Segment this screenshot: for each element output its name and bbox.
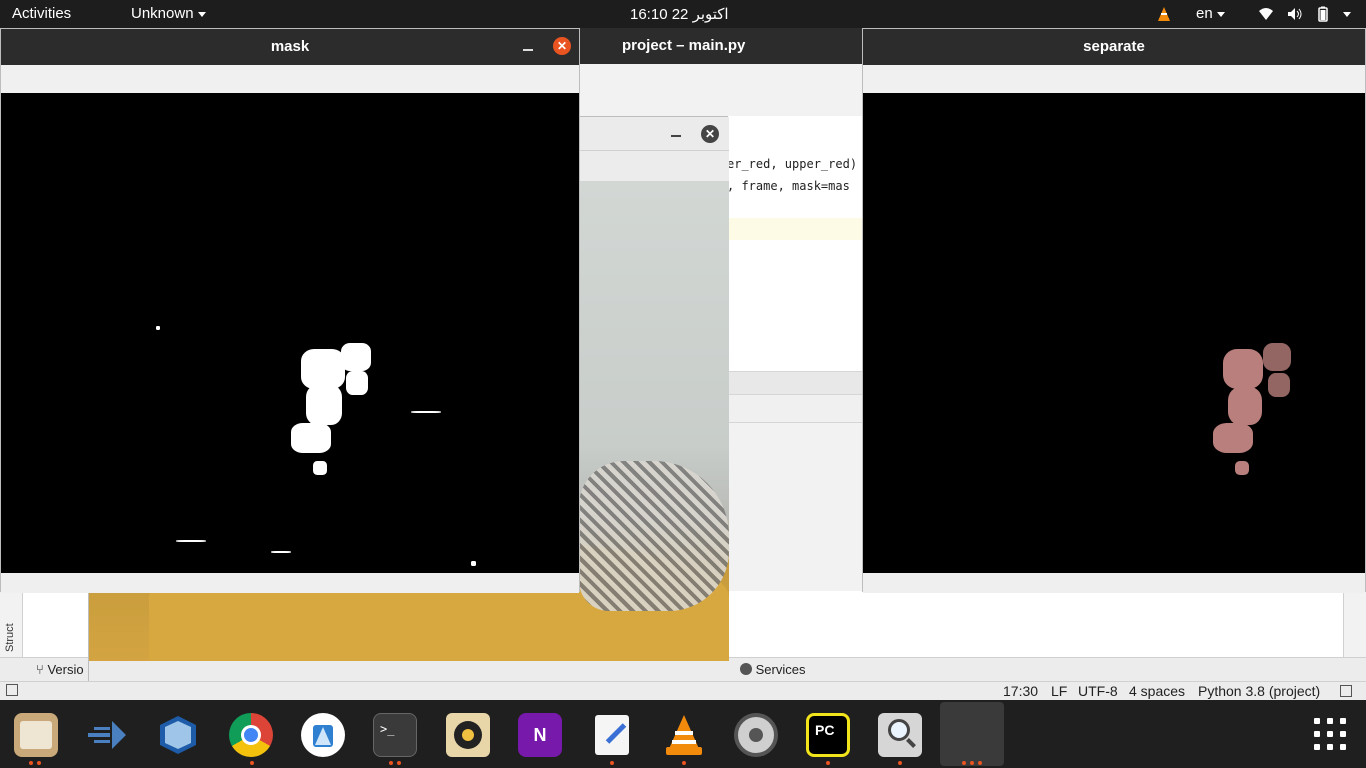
separate-title: separate xyxy=(1083,38,1145,55)
onenote-icon[interactable]: N xyxy=(518,713,562,757)
volume-icon[interactable] xyxy=(1287,6,1303,22)
separate-toolbar xyxy=(863,65,1365,93)
mask-blob xyxy=(306,385,342,425)
current-line-highlight xyxy=(727,218,863,240)
separate-statusbar xyxy=(863,573,1365,593)
running-indicator xyxy=(978,761,982,765)
wifi-icon[interactable] xyxy=(1258,6,1274,22)
app-menu[interactable]: Unknown xyxy=(131,5,206,22)
battery-icon[interactable] xyxy=(1315,6,1331,22)
scarf-region xyxy=(579,461,729,611)
indent-setting[interactable]: 4 spaces xyxy=(1129,683,1185,699)
chevron-down-icon xyxy=(1216,11,1225,17)
activities-button[interactable]: Activities xyxy=(12,5,71,22)
terminal-icon[interactable]: >_ xyxy=(373,713,417,757)
separate-blob xyxy=(1268,373,1290,397)
language-indicator[interactable]: en xyxy=(1196,5,1225,22)
clock[interactable]: 16:10 22 اکتوبر xyxy=(630,5,729,23)
caret-position[interactable]: 17:30 xyxy=(1003,683,1038,699)
mask-blob xyxy=(346,371,368,395)
dock: >_ N PC xyxy=(0,700,1366,768)
separate-blob xyxy=(1213,423,1253,453)
version-control-label: Versio xyxy=(47,662,84,677)
structure-tab[interactable]: Struct xyxy=(4,592,18,652)
rhythmbox-icon[interactable] xyxy=(446,713,490,757)
show-applications-icon[interactable] xyxy=(1314,718,1346,750)
running-indicator xyxy=(397,761,401,765)
running-indicator xyxy=(962,761,966,765)
running-indicator xyxy=(682,761,686,765)
code-line[interactable]: er_red, upper_red) xyxy=(727,157,857,171)
services-tab[interactable]: Services xyxy=(740,662,805,677)
branch-icon: ⑂ xyxy=(36,662,44,677)
code-line[interactable]: , frame, mask=mas xyxy=(727,179,850,193)
running-indicator xyxy=(37,761,41,765)
files-icon[interactable] xyxy=(14,713,58,757)
separate-blob xyxy=(1228,387,1262,425)
text-editor-icon[interactable] xyxy=(590,713,634,757)
separate-blob xyxy=(1223,349,1263,389)
running-indicator xyxy=(970,761,974,765)
mask-window[interactable]: mask ✕ xyxy=(0,28,580,593)
separate-window[interactable]: separate xyxy=(862,28,1366,593)
python-interpreter[interactable]: Python 3.8 (project) xyxy=(1198,683,1320,699)
mask-image xyxy=(1,93,579,573)
lock-icon[interactable] xyxy=(1340,685,1352,697)
mask-blob xyxy=(411,411,441,413)
running-indicator xyxy=(250,761,254,765)
mask-blob xyxy=(156,326,160,330)
separate-blob xyxy=(1263,343,1291,371)
mask-titlebar: mask ✕ xyxy=(1,29,579,65)
mask-statusbar xyxy=(1,573,579,593)
mask-blob xyxy=(291,423,331,453)
mask-toolbar xyxy=(1,65,579,93)
layout-icon[interactable] xyxy=(6,684,18,696)
mask-title: mask xyxy=(270,38,310,55)
separate-titlebar: separate xyxy=(863,29,1365,65)
minimize-icon[interactable] xyxy=(523,49,533,51)
editor-divider xyxy=(727,371,863,395)
pycharm-title: project – main.py xyxy=(622,37,746,54)
frame-statusbar xyxy=(89,661,729,681)
running-indicator xyxy=(389,761,393,765)
minimize-icon[interactable] xyxy=(671,135,681,137)
vlc-tray-icon[interactable] xyxy=(1156,6,1172,22)
services-icon xyxy=(740,663,752,675)
running-app-icon[interactable] xyxy=(940,702,1004,766)
image-viewer-icon[interactable] xyxy=(878,713,922,757)
vlc-icon[interactable] xyxy=(662,713,706,757)
running-indicator xyxy=(826,761,830,765)
mask-blob xyxy=(313,461,327,475)
mask-blob xyxy=(271,551,291,553)
app-menu-label: Unknown xyxy=(131,5,194,22)
status-bar: 17:30 LF UTF-8 4 spaces Python 3.8 (proj… xyxy=(0,681,1366,700)
close-icon[interactable]: ✕ xyxy=(553,37,571,55)
services-label: Services xyxy=(755,662,806,677)
separate-image xyxy=(863,93,1365,573)
mask-blob xyxy=(471,561,476,566)
tool-icon[interactable] xyxy=(86,713,130,757)
running-indicator xyxy=(898,761,902,765)
pycharm-icon[interactable]: PC xyxy=(806,713,850,757)
mask-blob xyxy=(176,540,206,542)
top-bar: Activities Unknown 16:10 22 اکتوبر en xyxy=(0,0,1366,28)
running-indicator xyxy=(610,761,614,765)
tool-window-header xyxy=(727,395,863,423)
system-menu-chevron-icon[interactable] xyxy=(1343,12,1351,17)
chevron-down-icon xyxy=(197,11,206,17)
separate-blob xyxy=(1235,461,1249,475)
file-encoding[interactable]: UTF-8 xyxy=(1078,683,1118,699)
chrome-icon[interactable] xyxy=(229,713,273,757)
version-control-tab[interactable]: ⑂ Versio xyxy=(36,662,84,677)
settings-icon[interactable] xyxy=(734,713,778,757)
line-separator[interactable]: LF xyxy=(1051,683,1067,699)
mask-blob xyxy=(341,343,371,371)
language-label: en xyxy=(1196,5,1213,22)
mask-blob xyxy=(301,349,345,389)
android-studio-icon[interactable] xyxy=(301,713,345,757)
running-indicator xyxy=(29,761,33,765)
close-icon[interactable]: ✕ xyxy=(701,125,719,143)
virtualbox-icon[interactable] xyxy=(156,713,200,757)
